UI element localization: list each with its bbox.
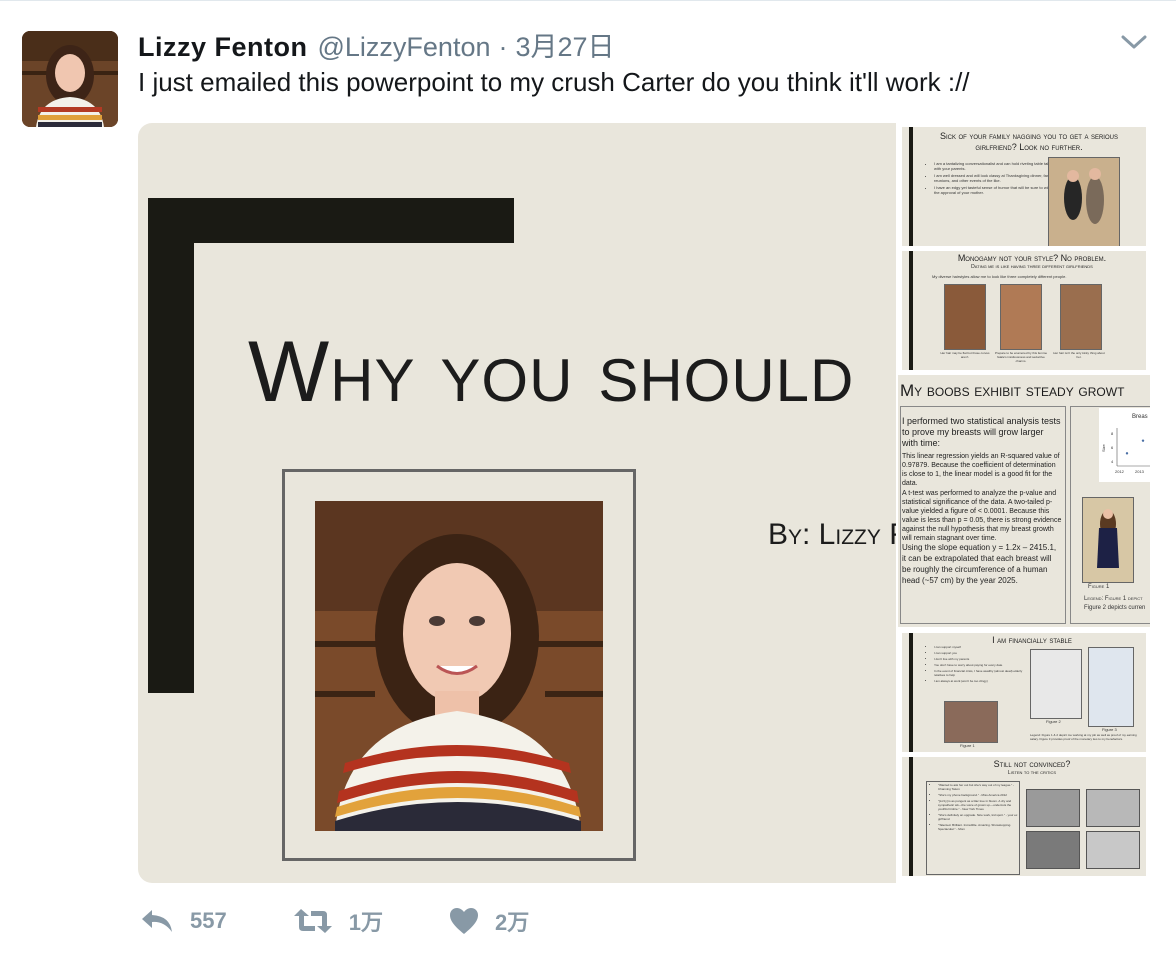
thumb-caption: Prepare to be enamored by this femme fat… [994, 351, 1048, 363]
thumb-bullets: I am a tantalizing conversationalist and… [924, 161, 1054, 197]
thumb-note: Legend: Figure 1 & 2 depict me working a… [1030, 733, 1137, 741]
thumb-figure-label: Figure 3 [1102, 727, 1117, 732]
thumb-accent-bar [909, 757, 913, 876]
thumb-photo [1086, 789, 1140, 827]
thumb-caption: Her hair isn't the only kinky thing abou… [1053, 351, 1105, 359]
thumb-photo [1000, 284, 1042, 350]
bullet: You don't have to worry about paying for… [934, 663, 1034, 667]
thumb-bullets: I can support myself I can support you I… [924, 645, 1034, 685]
user-handle[interactable]: @LizzyFenton [318, 32, 491, 63]
thumb-para: This linear regression yields an R-squar… [902, 453, 1060, 487]
thumb-legend: Legend: Figure 1 depict [1084, 596, 1143, 602]
thumb-photo [1088, 647, 1134, 727]
quote: "She's definitely an upgrade. Nice work,… [938, 813, 1022, 821]
retweet-count: 1万 [348, 910, 383, 935]
quote: "Wanted to ask her out but she's way out… [938, 783, 1022, 791]
thumb-para: I performed two statistical analysis tes… [902, 416, 1061, 448]
slide-title: Why you should [248, 324, 855, 420]
chart-title: Breas [1132, 414, 1148, 420]
bullet: I am a tantalizing conversationalist and… [934, 161, 1054, 171]
chart-xtick: 2013 [1135, 469, 1145, 474]
thumb-photo [1026, 789, 1080, 827]
thumb-subtitle: Dating me is like having three different… [971, 264, 1093, 270]
bullet: In the event of financial crisis, I have… [934, 669, 1034, 677]
slide-accent-bar-vertical [148, 198, 194, 693]
chart-ylabel: Size [1101, 443, 1106, 452]
slide-byline: By: Lizzy F [768, 518, 896, 551]
quote: "[Lizzy] is as pungent as a lilac tree i… [938, 799, 1022, 811]
tweet-date[interactable]: 3月27日 [515, 25, 614, 64]
chart-point [1141, 439, 1145, 442]
thumb-photo [1060, 284, 1102, 350]
thumb-photo [1086, 831, 1140, 869]
bullet: I don't live with my parents [934, 657, 1034, 661]
tweet-header: Lizzy Fenton @LizzyFenton · 3月27日 [138, 25, 615, 64]
thumb-figure-label: Figure 1 [960, 743, 975, 748]
thumb-legend: Figure 2 depicts curren [1084, 605, 1146, 611]
bullet: I can support you [934, 651, 1034, 655]
thumb-accent-bar [909, 251, 913, 370]
breast-growth-chart: Breas Size 8 6 4 2012 2013 [1099, 408, 1150, 482]
reply-icon [142, 910, 172, 932]
tweet-media[interactable]: Why you should By: Lizzy F Sick of your … [138, 123, 1150, 883]
bullet: I am always at work (won't be too clingy… [934, 679, 1034, 683]
thumb-photo [1082, 497, 1134, 583]
retweet-icon [293, 909, 332, 933]
avatar-image [22, 31, 118, 127]
thumb-title: Still not convinced? [993, 759, 1071, 769]
slide-thumb-family[interactable]: Sick of your family nagging you to get a… [902, 127, 1146, 246]
thumb-photo [1026, 831, 1080, 869]
thumb-photo [1030, 649, 1082, 719]
reply-button[interactable]: 557 [140, 908, 227, 934]
thumb-bullet: My diverse hairstyles allow me to look l… [932, 274, 1067, 279]
like-button[interactable]: 2万 [449, 905, 529, 937]
thumb-title: Sick of your family nagging you to get a… [940, 131, 1118, 152]
reply-count: 557 [190, 908, 227, 933]
thumb-title: My boobs exhibit steady growt [900, 381, 1125, 400]
tweet-actions: 557 1万 2万 [140, 901, 595, 941]
like-count: 2万 [494, 910, 530, 935]
thumb-photo [944, 284, 986, 350]
heart-icon [449, 908, 478, 934]
slide-thumb-monogamy[interactable]: Monogamy not your style? No problem. Dat… [902, 251, 1146, 370]
thumb-subtitle: Listen to the critics [1007, 770, 1057, 776]
slide-thumb-financial[interactable]: I am financially stable I can support my… [902, 633, 1146, 752]
chart-xtick: 2012 [1115, 469, 1125, 474]
thumb-caption: Her hair may be flat but those curves ar… [940, 351, 990, 359]
display-name[interactable]: Lizzy Fenton [138, 32, 308, 63]
tweet-text: I just emailed this powerpoint to my cru… [138, 67, 970, 97]
avatar[interactable] [22, 31, 118, 127]
thumb-para: Using the slope equation y = 1.2x – 2415… [902, 543, 1057, 585]
thumb-figure-label: Figure 1 [1088, 584, 1110, 590]
retweet-button[interactable]: 1万 [293, 905, 383, 937]
thumb-title: I am financially stable [992, 635, 1072, 645]
thumb-figure-label: Figure 2 [1046, 719, 1061, 724]
portrait-frame [282, 469, 636, 861]
thumb-quotes: "Wanted to ask her out but she's way out… [928, 783, 1022, 833]
bullet: I can support myself [934, 645, 1034, 649]
thumb-photo [1048, 157, 1120, 246]
bullet: I am well dressed and will look classy a… [934, 173, 1054, 183]
portrait-photo [315, 501, 603, 831]
tweet: Lizzy Fenton @LizzyFenton · 3月27日 I just… [0, 0, 1176, 961]
bullet: I have an edgy yet tasteful sense of hum… [934, 185, 1054, 195]
main-slide[interactable]: Why you should By: Lizzy F [138, 123, 896, 883]
quote: "Talented. Brilliant. Incredible. Amazin… [938, 823, 1022, 831]
quote: "She's my phone background." - Miss Amer… [938, 793, 1022, 797]
thumb-para: A t-test was performed to analyze the p-… [902, 490, 1062, 542]
chevron-down-icon[interactable] [1120, 31, 1148, 53]
thumb-title: Monogamy not your style? No problem. [957, 253, 1107, 263]
slide-thumb-critics[interactable]: Still not convinced? Listen to the criti… [902, 757, 1146, 876]
separator: · [498, 32, 508, 62]
chart-point [1125, 452, 1129, 455]
slide-accent-bar-horizontal [148, 198, 514, 243]
thumb-photo [944, 701, 998, 743]
thumb-accent-bar [909, 127, 913, 246]
slide-thumb-growth[interactable]: My boobs exhibit steady growt I performe… [898, 375, 1150, 627]
thumb-accent-bar [909, 633, 913, 752]
